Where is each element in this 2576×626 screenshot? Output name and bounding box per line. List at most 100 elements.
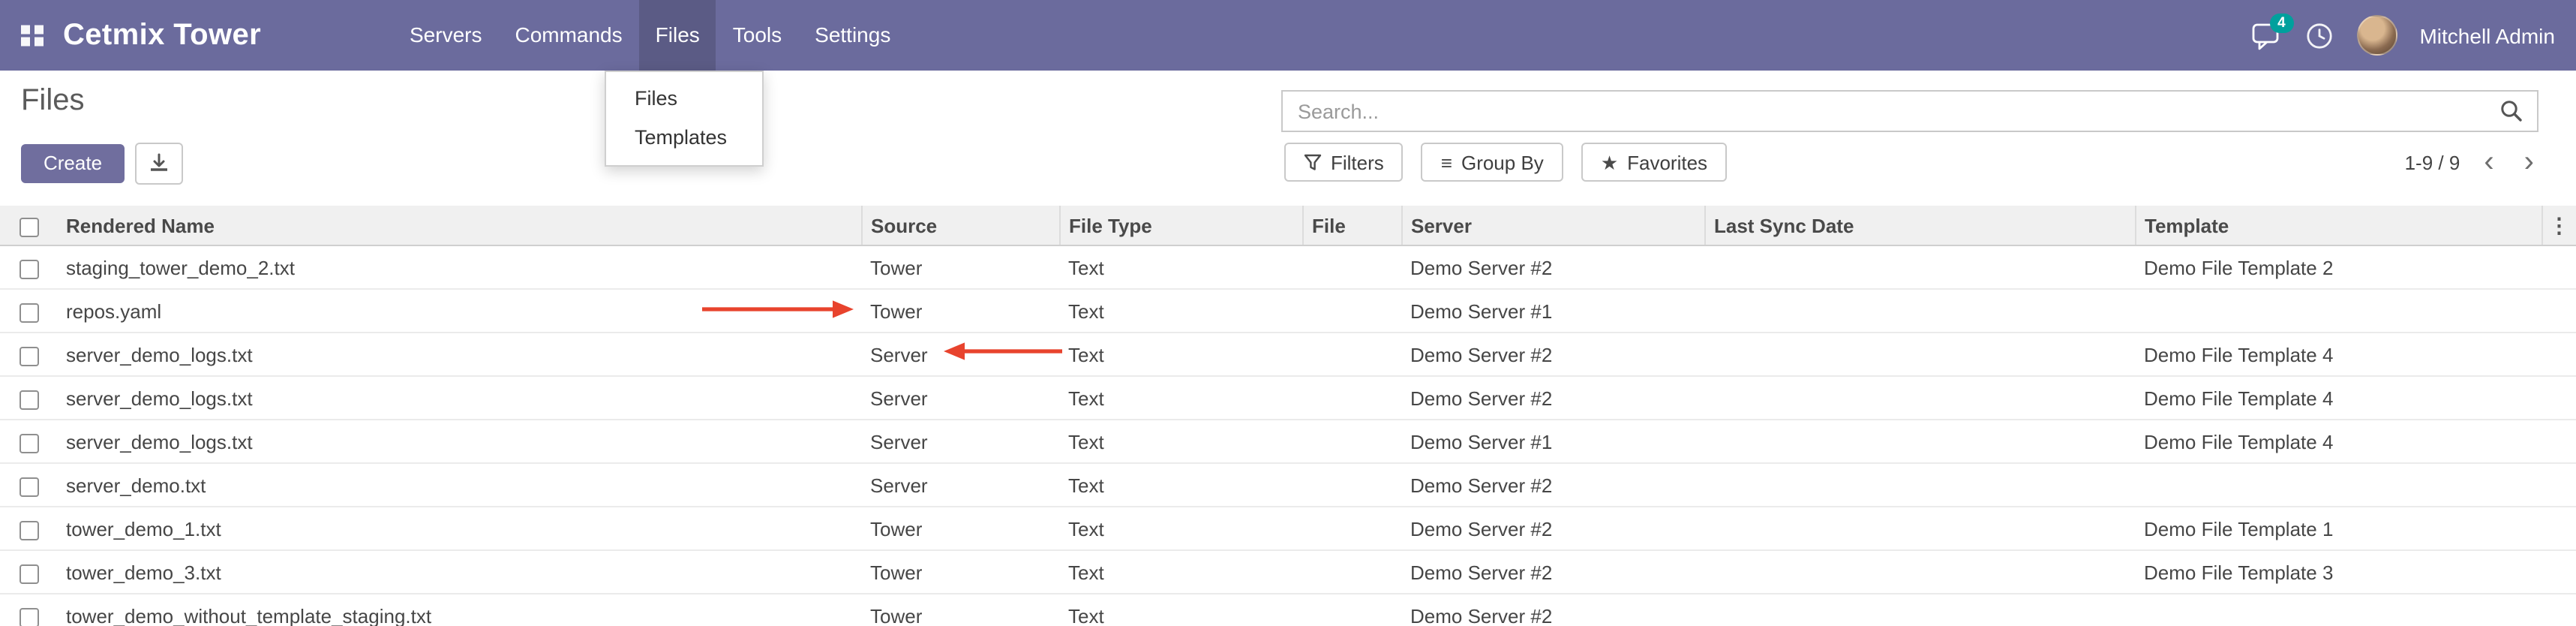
cell-file-type[interactable]: Text bbox=[1059, 550, 1302, 594]
row-checkbox[interactable] bbox=[19, 433, 38, 453]
cell-name[interactable]: repos.yaml bbox=[57, 289, 861, 333]
cell-file[interactable] bbox=[1302, 550, 1401, 594]
table-row[interactable]: server_demo_logs.txtServerTextDemo Serve… bbox=[0, 376, 2576, 420]
export-button[interactable] bbox=[135, 143, 183, 185]
cell-name[interactable]: tower_demo_without_template_staging.txt bbox=[57, 594, 861, 626]
cell-server[interactable]: Demo Server #1 bbox=[1401, 420, 1704, 463]
row-checkbox[interactable] bbox=[19, 607, 38, 626]
cell-source[interactable]: Server bbox=[861, 463, 1059, 507]
cell-template[interactable] bbox=[2135, 463, 2541, 507]
table-row[interactable]: server_demo_logs.txtServerText Demo Serve… bbox=[0, 420, 2576, 463]
cell-file-type[interactable]: Text bbox=[1059, 289, 1302, 333]
cell-source[interactable]: Server bbox=[861, 376, 1059, 420]
cell-name[interactable]: tower_demo_1.txt bbox=[57, 507, 861, 550]
cell-last-sync[interactable] bbox=[1704, 507, 2135, 550]
cell-file[interactable] bbox=[1302, 376, 1401, 420]
group-by-button[interactable]: ≡ Group By bbox=[1422, 143, 1563, 182]
cell-source[interactable]: Server bbox=[861, 333, 1059, 376]
cell-last-sync[interactable] bbox=[1704, 594, 2135, 626]
pager-range[interactable]: 1-9 / 9 bbox=[2405, 151, 2460, 173]
cell-last-sync[interactable] bbox=[1704, 333, 2135, 376]
cell-template[interactable] bbox=[2135, 594, 2541, 626]
app-brand[interactable]: Cetmix Tower bbox=[63, 18, 261, 53]
cell-file[interactable] bbox=[1302, 507, 1401, 550]
select-all-checkbox[interactable] bbox=[19, 217, 38, 236]
cell-name[interactable]: server_demo_logs.txt bbox=[57, 333, 861, 376]
menu-commands[interactable]: Commands bbox=[498, 0, 638, 71]
cell-file[interactable] bbox=[1302, 463, 1401, 507]
menu-tools[interactable]: Tools bbox=[716, 0, 798, 71]
cell-file[interactable] bbox=[1302, 245, 1401, 289]
cell-file-type[interactable]: Text bbox=[1059, 245, 1302, 289]
cell-source[interactable]: Tower bbox=[861, 550, 1059, 594]
dropdown-item-files[interactable]: Files bbox=[606, 80, 762, 119]
row-checkbox[interactable] bbox=[19, 259, 38, 278]
search-input[interactable] bbox=[1283, 92, 2499, 131]
column-header-file-type[interactable]: File Type bbox=[1059, 206, 1302, 245]
dropdown-item-templates[interactable]: Templates bbox=[606, 119, 762, 158]
cell-last-sync[interactable] bbox=[1704, 376, 2135, 420]
cell-name[interactable]: tower_demo_3.txt bbox=[57, 550, 861, 594]
cell-last-sync[interactable] bbox=[1704, 420, 2135, 463]
table-row[interactable]: repos.yamlTowerText Demo Server #1 bbox=[0, 289, 2576, 333]
cell-last-sync[interactable] bbox=[1704, 245, 2135, 289]
cell-server[interactable]: Demo Server #2 bbox=[1401, 507, 1704, 550]
table-row[interactable]: server_demo_logs.txtServerText Demo Serve… bbox=[0, 333, 2576, 376]
cell-name[interactable]: server_demo_logs.txt bbox=[57, 420, 861, 463]
cell-source[interactable]: Server bbox=[861, 420, 1059, 463]
favorites-button[interactable]: ★ Favorites bbox=[1581, 143, 1727, 182]
menu-servers[interactable]: Servers bbox=[393, 0, 498, 71]
table-row[interactable]: staging_tower_demo_2.txtTowerText Demo Se… bbox=[0, 245, 2576, 289]
optional-columns-toggle[interactable]: ⋮ bbox=[2541, 206, 2576, 245]
cell-name[interactable]: server_demo_logs.txt bbox=[57, 376, 861, 420]
cell-name[interactable]: staging_tower_demo_2.txt bbox=[57, 245, 861, 289]
cell-server[interactable]: Demo Server #1 bbox=[1401, 289, 1704, 333]
cell-source[interactable]: Tower bbox=[861, 289, 1059, 333]
activities-icon[interactable] bbox=[2304, 20, 2334, 50]
table-row[interactable]: tower_demo_without_template_staging.txt T… bbox=[0, 594, 2576, 626]
cell-source[interactable]: Tower bbox=[861, 245, 1059, 289]
create-button[interactable]: Create bbox=[21, 144, 125, 183]
row-checkbox[interactable] bbox=[19, 390, 38, 409]
cell-server[interactable]: Demo Server #2 bbox=[1401, 463, 1704, 507]
cell-file-type[interactable]: Text bbox=[1059, 420, 1302, 463]
column-header-file[interactable]: File bbox=[1302, 206, 1401, 245]
chevron-right-icon[interactable]: › bbox=[2524, 143, 2534, 182]
menu-settings[interactable]: Settings bbox=[798, 0, 907, 71]
cell-server[interactable]: Demo Server #2 bbox=[1401, 245, 1704, 289]
row-checkbox[interactable] bbox=[19, 564, 38, 583]
magnifier-icon[interactable] bbox=[2499, 99, 2523, 123]
cell-file[interactable] bbox=[1302, 289, 1401, 333]
cell-file[interactable] bbox=[1302, 420, 1401, 463]
cell-last-sync[interactable] bbox=[1704, 463, 2135, 507]
table-row[interactable]: server_demo.txtServerTextDemo Server #2 bbox=[0, 463, 2576, 507]
table-row[interactable]: tower_demo_3.txtTowerTextDemo Server #2D… bbox=[0, 550, 2576, 594]
row-checkbox[interactable] bbox=[19, 477, 38, 496]
cell-file[interactable] bbox=[1302, 594, 1401, 626]
row-checkbox[interactable] bbox=[19, 520, 38, 540]
column-header-last-sync-date[interactable]: Last Sync Date bbox=[1704, 206, 2135, 245]
column-header-template[interactable]: Template bbox=[2135, 206, 2541, 245]
user-menu[interactable]: Mitchell Admin bbox=[2419, 23, 2555, 47]
cell-source[interactable]: Tower bbox=[861, 507, 1059, 550]
cell-server[interactable]: Demo Server #2 bbox=[1401, 333, 1704, 376]
cell-last-sync[interactable] bbox=[1704, 550, 2135, 594]
cell-file-type[interactable]: Text bbox=[1059, 376, 1302, 420]
column-header-source[interactable]: Source bbox=[861, 206, 1059, 245]
cell-file[interactable] bbox=[1302, 333, 1401, 376]
cell-template[interactable]: Demo File Template 1 bbox=[2135, 507, 2541, 550]
cell-template[interactable]: Demo File Template 4 bbox=[2135, 420, 2541, 463]
messages-icon[interactable]: 4 bbox=[2248, 19, 2281, 52]
table-row[interactable]: tower_demo_1.txtTowerTextDemo Server #2D… bbox=[0, 507, 2576, 550]
filters-button[interactable]: Filters bbox=[1284, 143, 1404, 182]
cell-file-type[interactable]: Text bbox=[1059, 333, 1302, 376]
menu-files[interactable]: Files bbox=[639, 0, 716, 71]
cell-last-sync[interactable] bbox=[1704, 289, 2135, 333]
chevron-left-icon[interactable]: ‹ bbox=[2484, 143, 2493, 182]
row-checkbox[interactable] bbox=[19, 346, 38, 366]
cell-template[interactable]: Demo File Template 3 bbox=[2135, 550, 2541, 594]
cell-template[interactable]: Demo File Template 4 bbox=[2135, 333, 2541, 376]
cell-file-type[interactable]: Text bbox=[1059, 594, 1302, 626]
apps-grid-icon[interactable] bbox=[21, 25, 43, 47]
cell-template[interactable] bbox=[2135, 289, 2541, 333]
